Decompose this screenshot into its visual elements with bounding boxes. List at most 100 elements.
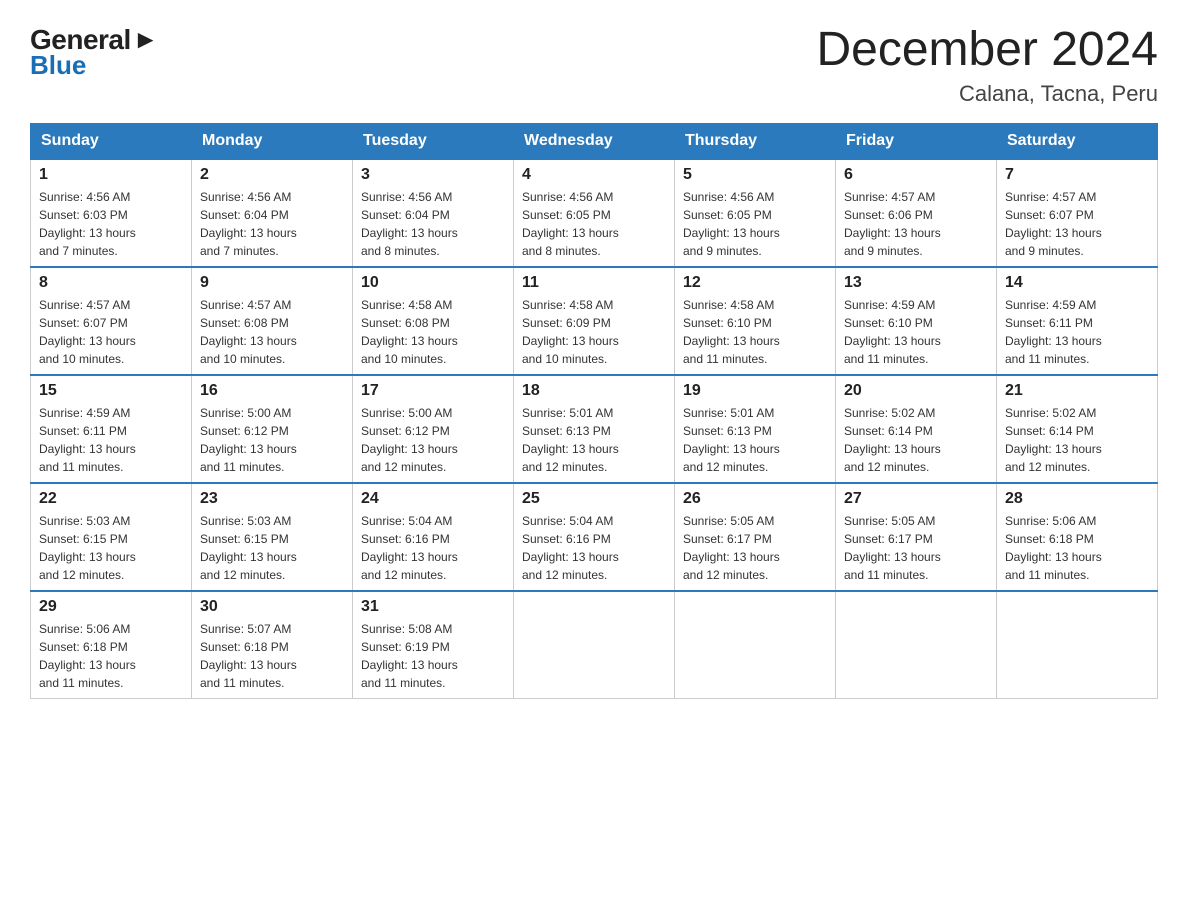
day-number: 23 [200,490,344,508]
day-info: Sunrise: 5:03 AMSunset: 6:15 PMDaylight:… [39,514,136,582]
day-number: 8 [39,274,183,292]
day-number: 7 [1005,166,1149,184]
day-number: 19 [683,382,827,400]
calendar-cell: 6 Sunrise: 4:57 AMSunset: 6:06 PMDayligh… [836,159,997,267]
calendar-cell: 5 Sunrise: 4:56 AMSunset: 6:05 PMDayligh… [675,159,836,267]
day-info: Sunrise: 4:57 AMSunset: 6:07 PMDaylight:… [39,298,136,366]
calendar-cell: 16 Sunrise: 5:00 AMSunset: 6:12 PMDaylig… [192,375,353,483]
day-number: 6 [844,166,988,184]
calendar-cell [836,591,997,699]
day-number: 12 [683,274,827,292]
week-row-5: 29 Sunrise: 5:06 AMSunset: 6:18 PMDaylig… [31,591,1158,699]
calendar-cell: 20 Sunrise: 5:02 AMSunset: 6:14 PMDaylig… [836,375,997,483]
weekday-header-sunday: Sunday [31,123,192,159]
calendar-cell: 13 Sunrise: 4:59 AMSunset: 6:10 PMDaylig… [836,267,997,375]
calendar-cell: 4 Sunrise: 4:56 AMSunset: 6:05 PMDayligh… [514,159,675,267]
calendar-cell: 2 Sunrise: 4:56 AMSunset: 6:04 PMDayligh… [192,159,353,267]
calendar-cell: 19 Sunrise: 5:01 AMSunset: 6:13 PMDaylig… [675,375,836,483]
day-number: 31 [361,598,505,616]
day-info: Sunrise: 4:56 AMSunset: 6:04 PMDaylight:… [361,190,458,258]
day-number: 4 [522,166,666,184]
day-number: 13 [844,274,988,292]
calendar-cell: 11 Sunrise: 4:58 AMSunset: 6:09 PMDaylig… [514,267,675,375]
calendar-cell: 22 Sunrise: 5:03 AMSunset: 6:15 PMDaylig… [31,483,192,591]
week-row-3: 15 Sunrise: 4:59 AMSunset: 6:11 PMDaylig… [31,375,1158,483]
day-number: 28 [1005,490,1149,508]
day-info: Sunrise: 5:04 AMSunset: 6:16 PMDaylight:… [522,514,619,582]
calendar-cell: 17 Sunrise: 5:00 AMSunset: 6:12 PMDaylig… [353,375,514,483]
day-number: 10 [361,274,505,292]
day-info: Sunrise: 4:57 AMSunset: 6:07 PMDaylight:… [1005,190,1102,258]
weekday-header-saturday: Saturday [997,123,1158,159]
weekday-header-row: SundayMondayTuesdayWednesdayThursdayFrid… [31,123,1158,159]
day-info: Sunrise: 5:00 AMSunset: 6:12 PMDaylight:… [361,406,458,474]
weekday-header-friday: Friday [836,123,997,159]
day-info: Sunrise: 5:03 AMSunset: 6:15 PMDaylight:… [200,514,297,582]
day-info: Sunrise: 4:56 AMSunset: 6:04 PMDaylight:… [200,190,297,258]
day-info: Sunrise: 4:56 AMSunset: 6:05 PMDaylight:… [683,190,780,258]
calendar-cell: 21 Sunrise: 5:02 AMSunset: 6:14 PMDaylig… [997,375,1158,483]
day-number: 5 [683,166,827,184]
calendar-cell: 15 Sunrise: 4:59 AMSunset: 6:11 PMDaylig… [31,375,192,483]
day-number: 20 [844,382,988,400]
calendar-cell: 25 Sunrise: 5:04 AMSunset: 6:16 PMDaylig… [514,483,675,591]
week-row-2: 8 Sunrise: 4:57 AMSunset: 6:07 PMDayligh… [31,267,1158,375]
day-number: 27 [844,490,988,508]
calendar-cell: 10 Sunrise: 4:58 AMSunset: 6:08 PMDaylig… [353,267,514,375]
day-number: 29 [39,598,183,616]
day-info: Sunrise: 5:08 AMSunset: 6:19 PMDaylight:… [361,622,458,690]
calendar-cell: 12 Sunrise: 4:58 AMSunset: 6:10 PMDaylig… [675,267,836,375]
logo: General ► Blue [30,24,159,81]
day-info: Sunrise: 5:06 AMSunset: 6:18 PMDaylight:… [39,622,136,690]
calendar-cell: 14 Sunrise: 4:59 AMSunset: 6:11 PMDaylig… [997,267,1158,375]
calendar-cell: 26 Sunrise: 5:05 AMSunset: 6:17 PMDaylig… [675,483,836,591]
calendar-cell: 29 Sunrise: 5:06 AMSunset: 6:18 PMDaylig… [31,591,192,699]
day-info: Sunrise: 5:04 AMSunset: 6:16 PMDaylight:… [361,514,458,582]
day-info: Sunrise: 5:07 AMSunset: 6:18 PMDaylight:… [200,622,297,690]
title-section: December 2024 Calana, Tacna, Peru [816,24,1158,107]
day-info: Sunrise: 5:01 AMSunset: 6:13 PMDaylight:… [683,406,780,474]
calendar-table: SundayMondayTuesdayWednesdayThursdayFrid… [30,123,1158,699]
day-number: 30 [200,598,344,616]
day-info: Sunrise: 5:02 AMSunset: 6:14 PMDaylight:… [1005,406,1102,474]
calendar-cell [997,591,1158,699]
calendar-cell: 9 Sunrise: 4:57 AMSunset: 6:08 PMDayligh… [192,267,353,375]
calendar-cell: 7 Sunrise: 4:57 AMSunset: 6:07 PMDayligh… [997,159,1158,267]
day-number: 22 [39,490,183,508]
location: Calana, Tacna, Peru [816,81,1158,107]
logo-blue: Blue [30,50,159,81]
day-number: 16 [200,382,344,400]
week-row-1: 1 Sunrise: 4:56 AMSunset: 6:03 PMDayligh… [31,159,1158,267]
day-info: Sunrise: 5:00 AMSunset: 6:12 PMDaylight:… [200,406,297,474]
day-number: 25 [522,490,666,508]
calendar-cell [675,591,836,699]
day-info: Sunrise: 5:05 AMSunset: 6:17 PMDaylight:… [683,514,780,582]
day-info: Sunrise: 4:58 AMSunset: 6:09 PMDaylight:… [522,298,619,366]
day-info: Sunrise: 4:59 AMSunset: 6:10 PMDaylight:… [844,298,941,366]
calendar-cell: 3 Sunrise: 4:56 AMSunset: 6:04 PMDayligh… [353,159,514,267]
day-info: Sunrise: 5:06 AMSunset: 6:18 PMDaylight:… [1005,514,1102,582]
page-header: General ► Blue December 2024 Calana, Tac… [30,24,1158,107]
weekday-header-thursday: Thursday [675,123,836,159]
calendar-cell: 24 Sunrise: 5:04 AMSunset: 6:16 PMDaylig… [353,483,514,591]
day-number: 14 [1005,274,1149,292]
day-number: 26 [683,490,827,508]
day-info: Sunrise: 4:57 AMSunset: 6:08 PMDaylight:… [200,298,297,366]
day-info: Sunrise: 4:56 AMSunset: 6:05 PMDaylight:… [522,190,619,258]
day-number: 2 [200,166,344,184]
day-info: Sunrise: 5:02 AMSunset: 6:14 PMDaylight:… [844,406,941,474]
day-info: Sunrise: 4:58 AMSunset: 6:08 PMDaylight:… [361,298,458,366]
day-number: 24 [361,490,505,508]
day-number: 3 [361,166,505,184]
calendar-cell: 8 Sunrise: 4:57 AMSunset: 6:07 PMDayligh… [31,267,192,375]
day-info: Sunrise: 4:59 AMSunset: 6:11 PMDaylight:… [1005,298,1102,366]
calendar-cell: 27 Sunrise: 5:05 AMSunset: 6:17 PMDaylig… [836,483,997,591]
calendar-cell: 23 Sunrise: 5:03 AMSunset: 6:15 PMDaylig… [192,483,353,591]
calendar-cell: 30 Sunrise: 5:07 AMSunset: 6:18 PMDaylig… [192,591,353,699]
day-info: Sunrise: 5:05 AMSunset: 6:17 PMDaylight:… [844,514,941,582]
day-number: 9 [200,274,344,292]
calendar-cell: 28 Sunrise: 5:06 AMSunset: 6:18 PMDaylig… [997,483,1158,591]
weekday-header-tuesday: Tuesday [353,123,514,159]
day-info: Sunrise: 4:59 AMSunset: 6:11 PMDaylight:… [39,406,136,474]
day-info: Sunrise: 4:56 AMSunset: 6:03 PMDaylight:… [39,190,136,258]
